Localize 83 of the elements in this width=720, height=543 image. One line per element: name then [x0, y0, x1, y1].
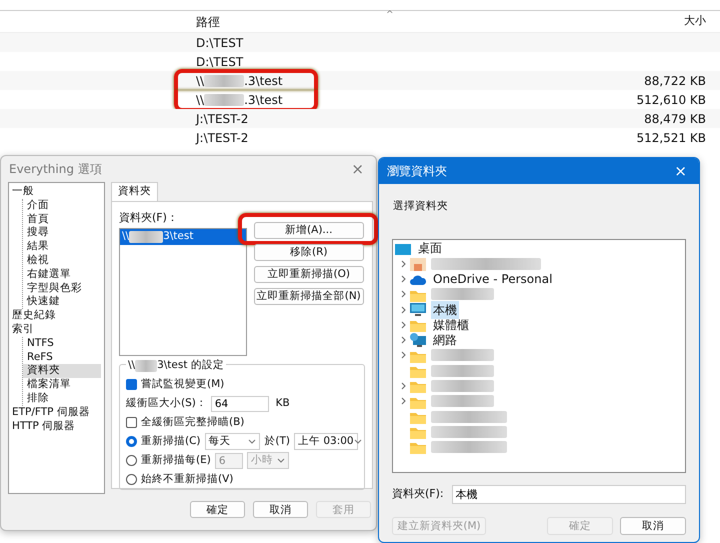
- tree-item[interactable]: 一般: [12, 185, 101, 199]
- monitor-icon: [410, 300, 426, 319]
- tree-item[interactable]: 資料夾: [23, 364, 101, 378]
- tree-item[interactable]: 搜尋: [23, 226, 101, 240]
- list-item[interactable]: \\ 3\test: [120, 229, 246, 245]
- folder-list[interactable]: \\ 3\test: [119, 228, 247, 356]
- prompt-text: 選擇資料夾: [392, 199, 449, 214]
- column-header[interactable]: 路徑: [196, 12, 220, 30]
- tree-item[interactable]: NTFS: [23, 336, 101, 351]
- dropdown[interactable]: 每天: [204, 433, 260, 450]
- dialog-button[interactable]: 確定: [190, 501, 245, 518]
- dialog-button[interactable]: 取消: [253, 501, 308, 518]
- checkbox[interactable]: [126, 379, 137, 390]
- tree-item[interactable]: 右鍵選單: [23, 268, 101, 282]
- action-button[interactable]: 立即重新掃描全部(N): [254, 288, 364, 305]
- path-cell-text: D:\TEST: [196, 54, 244, 70]
- window-title: Everything 選項: [9, 161, 102, 178]
- radio-label: 始終不重新掃描(V): [141, 472, 234, 487]
- tree-item[interactable]: ReFS: [23, 350, 101, 364]
- size-cell: 512,610 KB: [636, 92, 706, 106]
- chevron-down-icon: [248, 439, 256, 444]
- dialog-button[interactable]: 取消: [620, 516, 686, 535]
- tree-item[interactable]: 結果: [23, 240, 101, 254]
- tree-item[interactable]: ETP/FTP 伺服器: [12, 406, 101, 420]
- field-label: 於(T): [264, 434, 290, 449]
- close-button[interactable]: ×: [670, 164, 691, 178]
- chevron-down-icon: [276, 458, 285, 464]
- tree-item[interactable]: 首頁: [23, 212, 101, 226]
- column-header[interactable]: 大小: [684, 14, 706, 28]
- window-title: 瀏覽資料夾: [387, 163, 447, 180]
- path-cell-text: \\ .3\test: [196, 72, 283, 90]
- tree-item[interactable]: 歷史紀錄: [12, 309, 101, 323]
- tree-item[interactable]: OneDrive - Personal: [431, 270, 554, 288]
- radio-label: 重新掃描每(E): [141, 452, 211, 468]
- chevron-down-icon: [354, 439, 362, 444]
- chevron-right-icon[interactable]: [401, 336, 406, 344]
- tree-item[interactable]: 索引: [12, 322, 101, 337]
- action-button[interactable]: 移除(R): [254, 244, 364, 261]
- buffer-size-field[interactable]: 64: [210, 396, 269, 412]
- unit-label: KB: [276, 396, 290, 411]
- size-cell: 88,722 KB: [644, 74, 706, 88]
- chevron-right-icon[interactable]: [401, 397, 406, 406]
- field-label: 資料夾(F):: [392, 486, 444, 502]
- checkbox[interactable]: [126, 417, 137, 428]
- chevron-right-icon[interactable]: [401, 320, 406, 329]
- chevron-right-icon[interactable]: [401, 351, 406, 360]
- action-button[interactable]: 新增(A)...: [254, 222, 364, 239]
- action-button[interactable]: 立即重新掃描(O): [254, 266, 364, 283]
- radio-button[interactable]: [126, 474, 137, 486]
- chevron-right-icon[interactable]: [401, 382, 406, 390]
- tree-item[interactable]: 介面: [23, 198, 101, 213]
- tree-item[interactable]: 桌面: [416, 239, 444, 258]
- path-cell-text: \\ .3\test: [196, 92, 283, 108]
- checkbox-label: 全緩衝區完整掃瞄(B): [141, 414, 244, 430]
- tree-item[interactable]: 排除: [23, 392, 101, 406]
- tree-item[interactable]: 快速鍵: [23, 295, 101, 310]
- path-cell-text: J:\TEST-2: [196, 110, 248, 128]
- field-label: 資料夾(F)：: [119, 210, 179, 226]
- chevron-right-icon[interactable]: [401, 274, 406, 283]
- group-legend: \\ 3\test 的設定: [126, 358, 226, 374]
- tree-item[interactable]: 網路: [431, 331, 459, 350]
- tree-item[interactable]: HTTP 伺服器: [12, 420, 101, 434]
- chevron-right-icon[interactable]: [401, 260, 406, 268]
- chevron-right-icon[interactable]: [401, 306, 406, 314]
- tree-item[interactable]: 檢視: [23, 254, 101, 268]
- chevron-right-icon[interactable]: [401, 290, 406, 298]
- tree-item[interactable]: 字型與色彩: [23, 282, 101, 296]
- path-cell-text: J:\TEST-2: [196, 130, 248, 146]
- checkbox-label: 嘗試監視變更(M): [141, 376, 224, 392]
- tree-item[interactable]: 本機: [431, 300, 459, 319]
- radio-button[interactable]: [126, 455, 137, 466]
- radio-label: 重新掃描(C): [141, 434, 201, 449]
- network-icon: [410, 331, 426, 350]
- size-cell: 512,521 KB: [636, 130, 706, 144]
- field-label: 緩衝區大小(S)：: [126, 396, 207, 411]
- sort-indicator: ^: [386, 8, 394, 22]
- radio-button[interactable]: [126, 436, 137, 448]
- close-button[interactable]: ×: [347, 162, 368, 176]
- tab[interactable]: 資料夾: [111, 182, 158, 201]
- path-cell-text: D:\TEST: [196, 34, 244, 52]
- tree-item[interactable]: 檔案清單: [23, 378, 101, 392]
- folder-name-field[interactable]: 本機: [452, 484, 686, 504]
- size-cell: 88,479 KB: [644, 112, 706, 126]
